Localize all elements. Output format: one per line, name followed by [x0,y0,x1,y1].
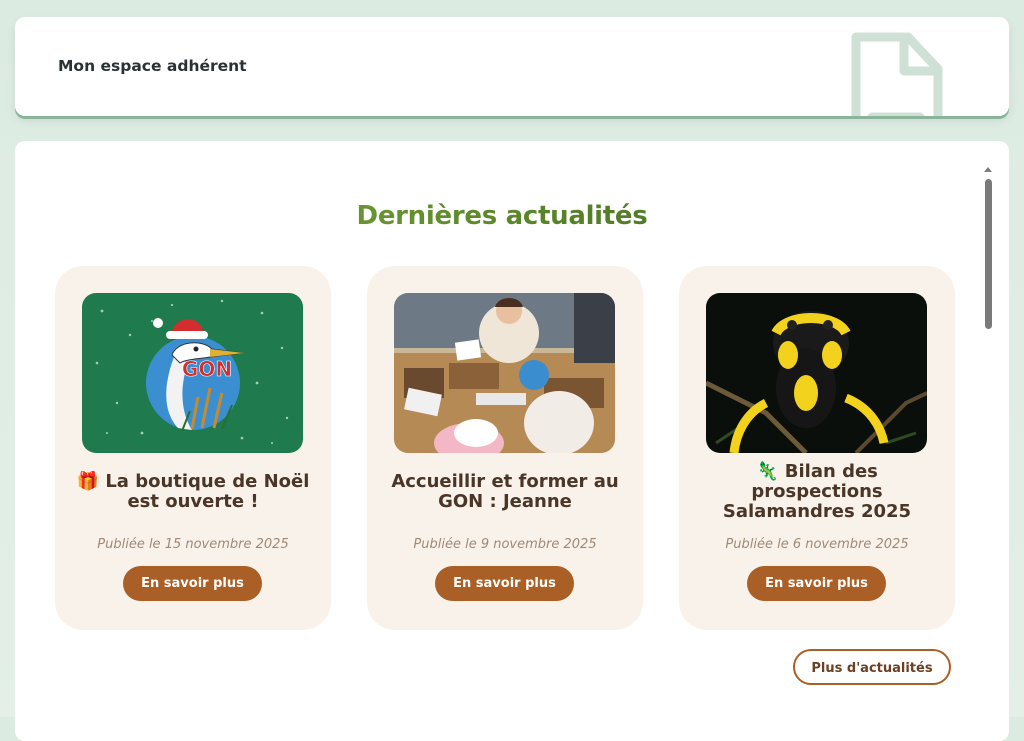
member-space-card[interactable]: Mon espace adhérent [15,17,1009,116]
svg-text:GON: GON [182,357,232,381]
document-icon [851,32,943,116]
news-title[interactable]: 🎁 La boutique de Noël est ouverte ! [73,472,313,512]
news-card[interactable]: GON 🎁 La boutique de Noël est ouverte ! … [55,266,331,630]
news-image-salamander[interactable] [706,293,927,453]
scroll-up-arrow-icon[interactable] [984,167,992,172]
gift-icon: 🎁 [76,471,100,492]
news-title[interactable]: 🦎 Bilan des prospections Salamandres 202… [697,462,937,522]
news-title-text: La boutique de Noël est ouverte ! [105,471,310,512]
section-title: Dernières actualités [15,201,989,231]
news-image-gon-logo[interactable]: GON [82,293,303,453]
member-space-title: Mon espace adhérent [58,57,247,75]
read-more-button[interactable]: En savoir plus [123,566,262,601]
news-date: Publiée le 15 novembre 2025 [97,537,289,552]
news-date: Publiée le 6 novembre 2025 [725,537,909,552]
scrollbar[interactable] [984,163,992,333]
read-more-button[interactable]: En savoir plus [435,566,574,601]
news-title-text: Bilan des prospections Salamandres 2025 [722,461,912,522]
news-panel: Dernières actualités GON 🎁 La boutique d… [15,141,1009,741]
news-date: Publiée le 9 novembre 2025 [413,537,597,552]
more-news-button[interactable]: Plus d'actualités [793,649,951,685]
news-image-workshop[interactable] [394,293,615,453]
news-title[interactable]: Accueillir et former au GON : Jeanne [385,472,625,512]
news-card[interactable]: 🦎 Bilan des prospections Salamandres 202… [679,266,955,630]
news-card[interactable]: Accueillir et former au GON : Jeanne Pub… [367,266,643,630]
lizard-icon: 🦎 [756,461,779,482]
read-more-button[interactable]: En savoir plus [747,566,886,601]
